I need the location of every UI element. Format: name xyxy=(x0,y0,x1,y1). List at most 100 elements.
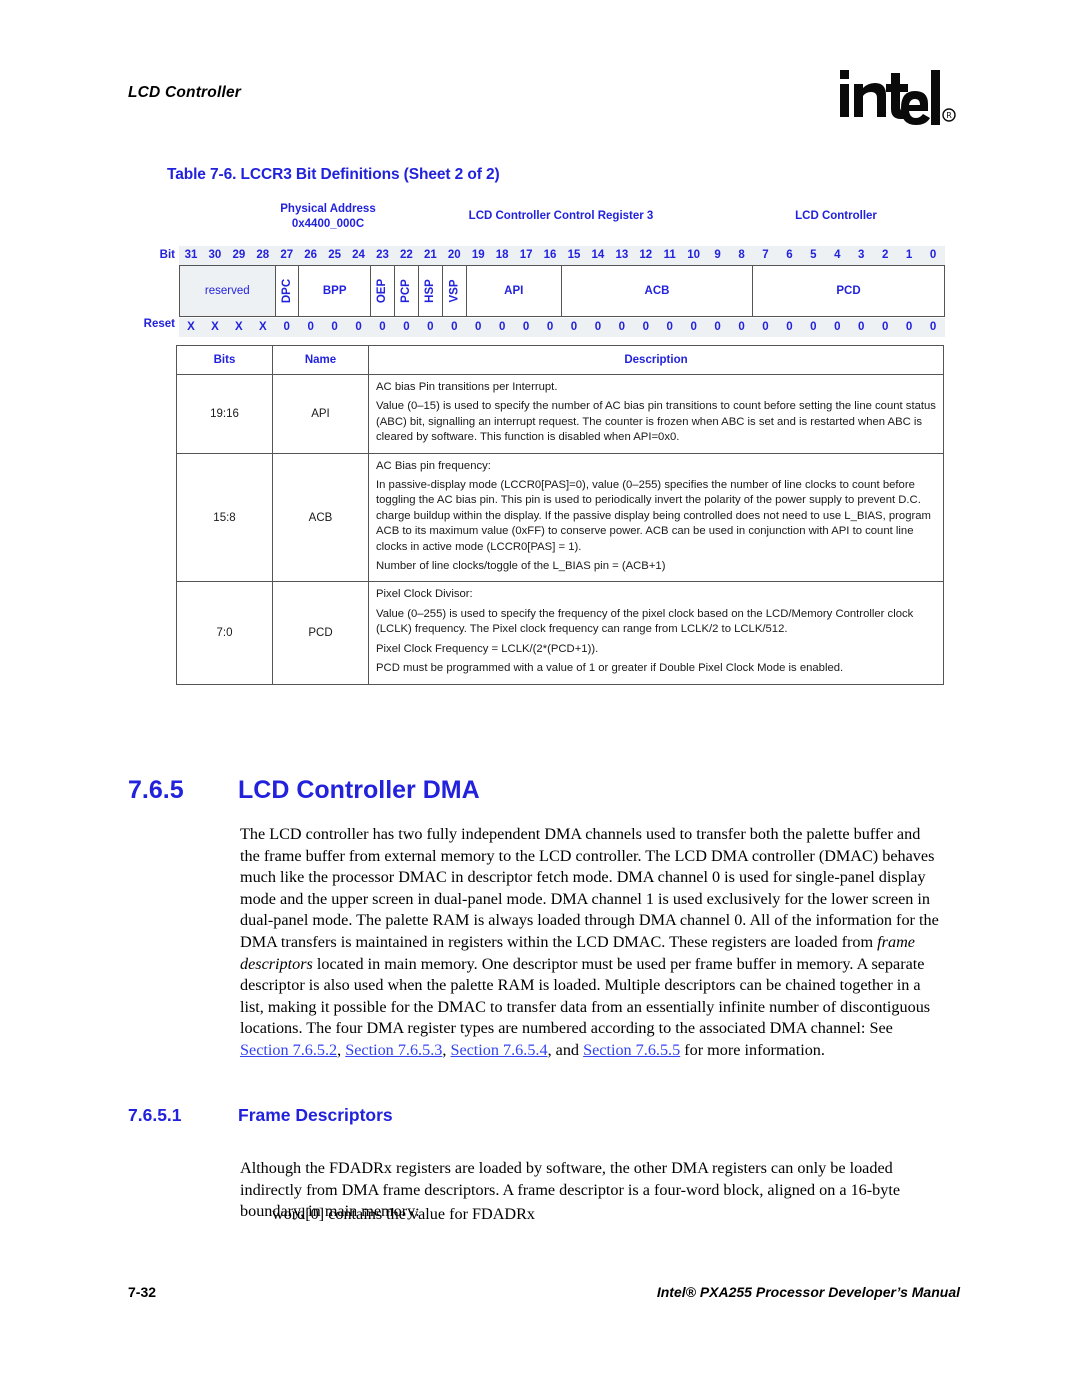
bit-field-label-api: API xyxy=(504,285,524,297)
reset-value-bit-16: 0 xyxy=(546,321,554,333)
cell-name-pcd: PCD xyxy=(272,581,369,685)
description-paragraph: In passive-display mode (LCCR0[PAS]=0), … xyxy=(376,479,931,553)
bit-number-5: 5 xyxy=(810,249,817,261)
section-title-frame-descriptors: Frame Descriptors xyxy=(238,1105,393,1125)
reset-value-bit-27: 0 xyxy=(283,321,290,333)
bit-number-9: 9 xyxy=(714,249,721,261)
bit-field-label-reserved: reserved xyxy=(204,285,250,297)
xref-section-7-6-5-2[interactable]: Section 7.6.5.2 xyxy=(240,1041,337,1059)
bit-number-27: 27 xyxy=(280,249,294,261)
bit-field-hsp: HSP xyxy=(419,266,443,316)
footer-manual-title: Intel® PXA255 Processor Developer’s Manu… xyxy=(656,1284,960,1300)
reset-value-bit-10: 0 xyxy=(690,321,697,333)
description-paragraph: AC bias Pin transitions per Interrupt. xyxy=(376,381,558,393)
bit-field-dpc: DPC xyxy=(276,266,300,316)
description-paragraph: AC Bias pin frequency: xyxy=(376,459,491,472)
column-header-name: Name xyxy=(272,345,369,375)
bit-number-11: 11 xyxy=(663,249,676,261)
reset-value-bit-26: 0 xyxy=(307,321,314,333)
reset-value-bit-6: 0 xyxy=(786,321,793,333)
reset-value-bit-12: 0 xyxy=(642,321,649,333)
cell-description-api: AC bias Pin transitions per Interrupt. Va… xyxy=(368,374,944,454)
cell-bits-acb: 15:8 xyxy=(176,452,273,583)
xref-section-7-6-5-4[interactable]: Section 7.6.5.4 xyxy=(450,1041,547,1059)
column-header-bits: Bits xyxy=(176,345,273,375)
description-paragraph: PCD must be programmed with a value of 1… xyxy=(376,662,844,675)
description-paragraph: Pixel Clock Frequency = LCLK/(2*(PCD+1))… xyxy=(376,642,599,655)
reset-value-bit-7: 0 xyxy=(762,321,769,333)
bit-field-bpp: BPP xyxy=(299,266,371,316)
frame-descriptor-word0-line: word[0] contains the value for FDADRx xyxy=(272,1205,535,1223)
xref-section-7-6-5-3[interactable]: Section 7.6.5.3 xyxy=(345,1041,442,1059)
reset-value-bit-24: 0 xyxy=(355,321,362,333)
description-paragraph: Value (0–255) is used to specify the fre… xyxy=(376,607,914,636)
bit-number-15: 15 xyxy=(567,249,581,261)
bit-number-7: 7 xyxy=(762,249,769,261)
description-paragraph: Pixel Clock Divisor: xyxy=(376,588,473,601)
reset-value-bit-3: 0 xyxy=(858,321,865,333)
reset-row-label: Reset xyxy=(143,318,175,330)
reset-value-bit-19: 0 xyxy=(475,321,482,333)
bit-number-21: 21 xyxy=(423,249,437,261)
bit-field-label-bpp: BPP xyxy=(322,285,347,297)
paragraph-dma-part1: The LCD controller has two fully indepen… xyxy=(240,825,939,951)
bit-field-vsp: VSP xyxy=(443,266,467,316)
description-paragraph: Number of line clocks/toggle of the L_BI… xyxy=(376,560,666,573)
xref-section-7-6-5-5[interactable]: Section 7.6.5.5 xyxy=(583,1041,680,1059)
bit-number-29: 29 xyxy=(232,249,246,261)
bit-number-0: 0 xyxy=(929,249,937,261)
section-heading-frame-descriptors: 7.6.5.1 Frame Descriptors xyxy=(128,1105,958,1126)
running-head: LCD Controller xyxy=(128,84,242,101)
bit-field-label-pcd: PCD xyxy=(836,285,861,297)
reset-value-bit-1: 0 xyxy=(905,321,913,333)
physical-address-label: Physical Address xyxy=(280,203,376,215)
bit-field-label-pcp: PCP xyxy=(400,279,413,303)
table-row: 7:0 PCD Pixel Clock Divisor: Value (0–255) … xyxy=(176,581,944,685)
cell-name-api: API xyxy=(272,374,369,454)
bit-field-label-oep: OEP xyxy=(376,278,389,304)
bit-field-row: reserved DPC BPP OEP PCP HSP VSP API ACB PCD xyxy=(179,265,945,317)
column-header-description: Description xyxy=(368,345,944,375)
reset-value-bit-11: 0 xyxy=(666,321,673,333)
section-heading-dma: 7.6.5 LCD Controller DMA xyxy=(128,776,958,805)
reset-value-bit-14: 0 xyxy=(594,321,602,333)
reset-value-bit-0: 0 xyxy=(929,321,937,333)
bit-number-20: 20 xyxy=(447,249,461,261)
reset-value-bit-4: 0 xyxy=(834,321,841,333)
reset-value-bit-2: 0 xyxy=(881,321,889,333)
bit-number-25: 25 xyxy=(328,249,341,261)
table-caption: Table 7-6. LCCR3 Bit Definitions (Sheet … xyxy=(167,166,500,183)
bit-number-12: 12 xyxy=(639,249,653,261)
section-title-dma: LCD Controller DMA xyxy=(238,776,480,804)
bit-number-30: 30 xyxy=(208,249,222,261)
description-paragraph: Value (0–15) is used to specify the numb… xyxy=(376,400,936,444)
reset-value-bit-13: 0 xyxy=(618,321,626,333)
bit-number-18: 18 xyxy=(495,249,509,261)
register-unit-name: LCD Controller xyxy=(795,210,877,222)
bit-number-31: 31 xyxy=(184,249,198,261)
bit-field-label-acb: ACB xyxy=(644,285,670,297)
reset-value-bit-21: 0 xyxy=(427,321,434,333)
bit-field-pcd: PCD xyxy=(753,266,944,316)
bit-number-28: 28 xyxy=(256,249,270,261)
bit-number-22: 22 xyxy=(400,249,413,261)
xref-sep-3: , and xyxy=(547,1040,584,1059)
bit-number-24: 24 xyxy=(352,249,365,261)
paragraph-dma-part3: for more information. xyxy=(680,1040,825,1059)
cell-description-pcd: Pixel Clock Divisor: Value (0–255) is use… xyxy=(368,581,944,685)
reset-value-bit-22: 0 xyxy=(403,321,410,333)
bit-number-6: 6 xyxy=(786,249,793,261)
bit-number-26: 26 xyxy=(304,249,318,261)
reset-value-bit-15: 0 xyxy=(570,321,578,333)
reset-value-bit-5: 0 xyxy=(810,321,817,333)
reset-value-bit-18: 0 xyxy=(498,321,506,333)
reset-value-bit-9: 0 xyxy=(714,321,721,333)
reset-value-bit-20: 0 xyxy=(451,321,458,333)
paragraph-dma: The LCD controller has two fully indepen… xyxy=(240,824,940,1062)
bit-field-oep: OEP xyxy=(371,266,395,316)
svg-text:R: R xyxy=(946,111,952,120)
reset-value-bit-31: X xyxy=(187,321,195,333)
bit-number-16: 16 xyxy=(543,249,557,261)
bit-number-4: 4 xyxy=(834,249,841,261)
register-name: LCD Controller Control Register 3 xyxy=(468,210,654,222)
